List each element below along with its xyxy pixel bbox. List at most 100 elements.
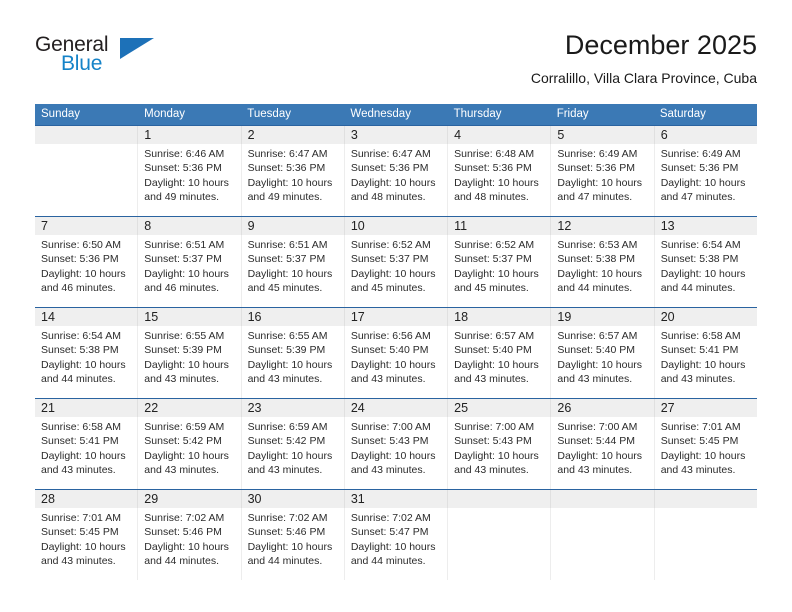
sunrise-text: Sunrise: 7:00 AM <box>557 421 638 433</box>
week-day-numbers: 14 15 16 17 18 19 20 <box>35 308 757 326</box>
day-number[interactable]: 12 <box>551 217 655 235</box>
day-number[interactable] <box>448 490 552 508</box>
daylight-text: Daylight: 10 hours and 44 minutes. <box>660 267 746 295</box>
day-number[interactable]: 19 <box>551 308 655 326</box>
day-number[interactable]: 5 <box>551 126 655 144</box>
sunrise-text: Sunrise: 6:49 AM <box>660 148 741 160</box>
day-number[interactable]: 17 <box>345 308 449 326</box>
day-cell: Sunrise: 6:49 AM Sunset: 5:36 PM Dayligh… <box>655 144 757 216</box>
sunrise-text: Sunrise: 7:02 AM <box>144 512 225 524</box>
daylight-text: Daylight: 10 hours and 45 minutes. <box>247 267 333 295</box>
day-number[interactable]: 16 <box>242 308 345 326</box>
sunset-text: Sunset: 5:36 PM <box>660 162 739 175</box>
day-cell: Sunrise: 6:48 AM Sunset: 5:36 PM Dayligh… <box>448 144 552 216</box>
day-number[interactable]: 31 <box>345 490 449 508</box>
daylight-text: Daylight: 10 hours and 49 minutes. <box>247 176 333 204</box>
page-header: General Blue December 2025 Corralillo, V… <box>35 28 757 98</box>
day-number[interactable]: 18 <box>448 308 552 326</box>
day-number[interactable]: 3 <box>345 126 449 144</box>
sunrise-text: Sunrise: 6:57 AM <box>454 330 535 342</box>
calendar-week-row: 28 29 30 31 Sunrise: 7:01 AM Sunset: 5:4… <box>35 489 757 580</box>
day-cell: Sunrise: 7:01 AM Sunset: 5:45 PM Dayligh… <box>35 508 139 580</box>
generalblue-logo[interactable]: General Blue <box>35 34 165 82</box>
day-number[interactable]: 13 <box>655 217 757 235</box>
daylight-text: Daylight: 10 hours and 44 minutes. <box>557 267 643 295</box>
day-cell: Sunrise: 6:52 AM Sunset: 5:37 PM Dayligh… <box>345 235 449 307</box>
day-cell: Sunrise: 6:54 AM Sunset: 5:38 PM Dayligh… <box>655 235 757 307</box>
day-number[interactable]: 23 <box>242 399 345 417</box>
day-number[interactable]: 11 <box>448 217 552 235</box>
day-number[interactable] <box>655 490 757 508</box>
daylight-text: Daylight: 10 hours and 43 minutes. <box>247 358 333 386</box>
day-cell: Sunrise: 6:54 AM Sunset: 5:38 PM Dayligh… <box>35 326 139 398</box>
daylight-text: Daylight: 10 hours and 43 minutes. <box>41 449 126 477</box>
day-number[interactable]: 30 <box>242 490 345 508</box>
sunset-text: Sunset: 5:38 PM <box>557 253 636 266</box>
week-day-numbers: 1 2 3 4 5 6 <box>35 126 757 144</box>
sunrise-text: Sunrise: 6:53 AM <box>557 239 638 251</box>
weekday-header-thursday: Thursday <box>453 108 502 120</box>
day-cell: Sunrise: 6:53 AM Sunset: 5:38 PM Dayligh… <box>551 235 655 307</box>
sunset-text: Sunset: 5:36 PM <box>247 162 326 175</box>
day-number[interactable]: 26 <box>551 399 655 417</box>
day-number[interactable]: 10 <box>345 217 449 235</box>
day-number[interactable]: 7 <box>35 217 139 235</box>
day-cell: Sunrise: 6:55 AM Sunset: 5:39 PM Dayligh… <box>138 326 242 398</box>
sunrise-text: Sunrise: 6:58 AM <box>660 330 741 342</box>
day-number[interactable]: 29 <box>138 490 242 508</box>
daylight-text: Daylight: 10 hours and 46 minutes. <box>41 267 126 295</box>
daylight-text: Daylight: 10 hours and 48 minutes. <box>350 176 436 204</box>
sunset-text: Sunset: 5:39 PM <box>144 344 222 357</box>
calendar-week-row: 14 15 16 17 18 19 20 Sunrise: 6:54 AM Su… <box>35 307 757 398</box>
day-number[interactable]: 27 <box>655 399 757 417</box>
day-number[interactable]: 14 <box>35 308 139 326</box>
day-number[interactable]: 21 <box>35 399 139 417</box>
day-cell: Sunrise: 7:01 AM Sunset: 5:45 PM Dayligh… <box>655 417 757 489</box>
day-number[interactable]: 8 <box>138 217 242 235</box>
day-number[interactable]: 28 <box>35 490 139 508</box>
day-number[interactable]: 2 <box>242 126 345 144</box>
day-number[interactable]: 6 <box>655 126 757 144</box>
sunset-text: Sunset: 5:37 PM <box>144 253 222 266</box>
sunrise-text: Sunrise: 7:00 AM <box>454 421 535 433</box>
weekday-header-saturday: Saturday <box>659 108 706 120</box>
sunrise-text: Sunrise: 6:56 AM <box>350 330 431 342</box>
sunset-text: Sunset: 5:45 PM <box>41 526 119 539</box>
day-number[interactable]: 22 <box>138 399 242 417</box>
sunset-text: Sunset: 5:41 PM <box>41 435 119 448</box>
day-number[interactable] <box>35 126 139 144</box>
sunset-text: Sunset: 5:43 PM <box>350 435 429 448</box>
day-number[interactable]: 20 <box>655 308 757 326</box>
day-cell: Sunrise: 6:49 AM Sunset: 5:36 PM Dayligh… <box>551 144 655 216</box>
calendar-week-row: 7 8 9 10 11 12 13 Sunrise: 6:50 AM Sunse… <box>35 216 757 307</box>
day-number[interactable]: 9 <box>242 217 345 235</box>
sunset-text: Sunset: 5:38 PM <box>41 344 119 357</box>
day-number[interactable]: 4 <box>448 126 552 144</box>
sunrise-text: Sunrise: 6:59 AM <box>144 421 225 433</box>
day-number[interactable]: 25 <box>448 399 552 417</box>
day-cell: Sunrise: 6:57 AM Sunset: 5:40 PM Dayligh… <box>551 326 655 398</box>
daylight-text: Daylight: 10 hours and 43 minutes. <box>144 449 229 477</box>
daylight-text: Daylight: 10 hours and 43 minutes. <box>350 449 436 477</box>
day-cell: Sunrise: 6:56 AM Sunset: 5:40 PM Dayligh… <box>345 326 449 398</box>
sunrise-text: Sunrise: 6:47 AM <box>350 148 431 160</box>
daylight-text: Daylight: 10 hours and 43 minutes. <box>557 358 643 386</box>
day-number[interactable] <box>551 490 655 508</box>
day-cell <box>448 508 552 580</box>
day-number[interactable]: 24 <box>345 399 449 417</box>
sunset-text: Sunset: 5:40 PM <box>350 344 429 357</box>
sunrise-text: Sunrise: 6:47 AM <box>247 148 328 160</box>
sunrise-text: Sunrise: 6:51 AM <box>144 239 225 251</box>
sunset-text: Sunset: 5:36 PM <box>454 162 532 175</box>
sunset-text: Sunset: 5:41 PM <box>660 344 739 357</box>
calendar-grid: Sunday Monday Tuesday Wednesday Thursday… <box>35 104 757 580</box>
day-number[interactable]: 15 <box>138 308 242 326</box>
sunrise-text: Sunrise: 6:51 AM <box>247 239 328 251</box>
day-number[interactable]: 1 <box>138 126 242 144</box>
weekday-header-sunday: Sunday <box>41 108 81 120</box>
day-cell <box>35 144 139 216</box>
day-cell: Sunrise: 6:52 AM Sunset: 5:37 PM Dayligh… <box>448 235 552 307</box>
sunset-text: Sunset: 5:36 PM <box>144 162 222 175</box>
sunrise-text: Sunrise: 7:02 AM <box>247 512 328 524</box>
day-cell: Sunrise: 7:02 AM Sunset: 5:46 PM Dayligh… <box>242 508 345 580</box>
